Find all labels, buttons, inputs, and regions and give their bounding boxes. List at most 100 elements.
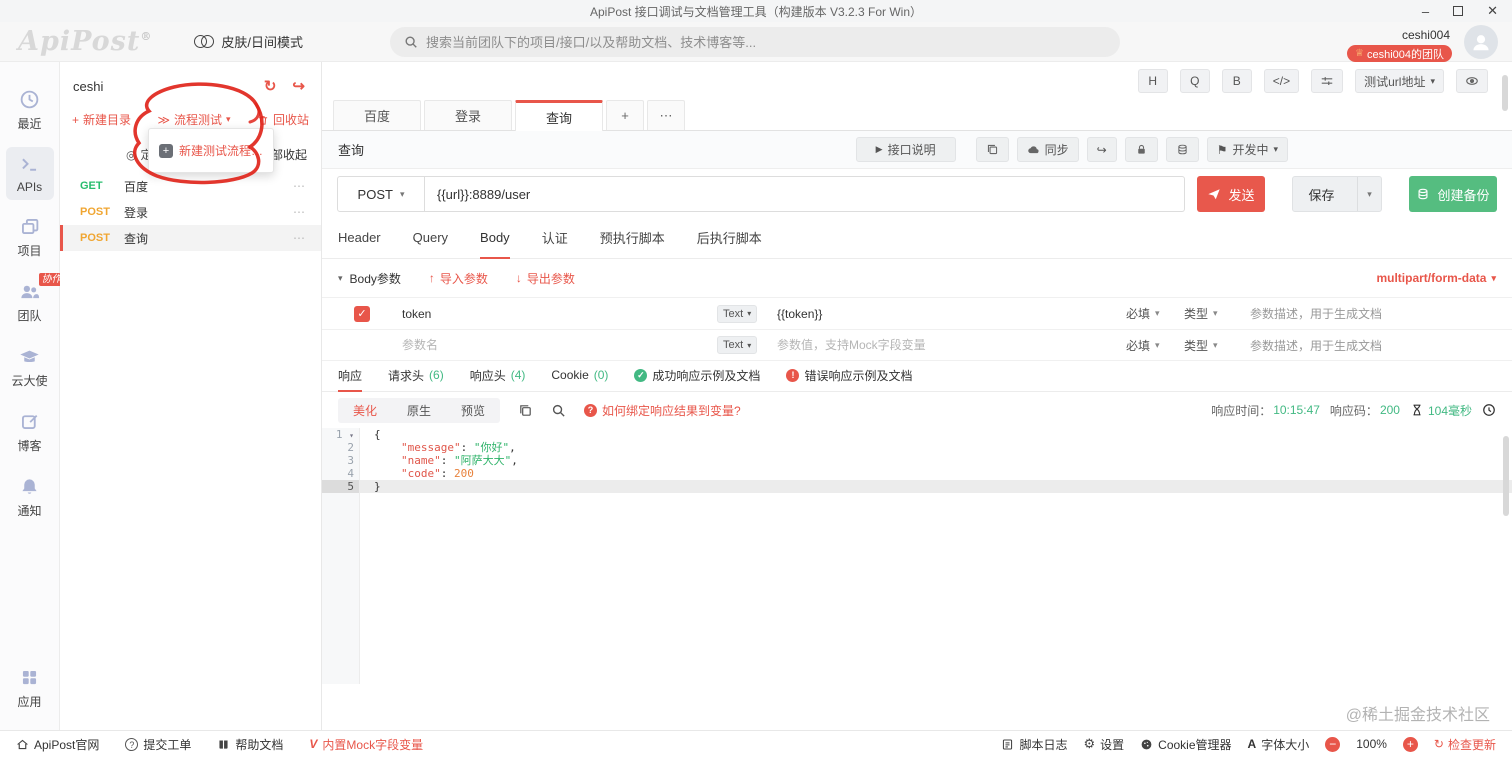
sidebar-item-blog[interactable]: 博客 xyxy=(6,404,54,460)
sidebar-item-apis[interactable]: APIs xyxy=(5,147,54,200)
more-icon[interactable]: ⋯ xyxy=(293,179,306,193)
param-value-input[interactable] xyxy=(777,306,1126,321)
tab-request-headers[interactable]: 请求头 (6) xyxy=(388,361,444,392)
avatar[interactable] xyxy=(1464,25,1498,59)
tab-error-example[interactable]: ! 错误响应示例及文档 xyxy=(786,361,912,392)
response-json-editor[interactable]: 1 ▾ 2 3 4 5 { "message": "你好", "name": "… xyxy=(322,428,1512,684)
font-size-button[interactable]: A 字体大小 xyxy=(1248,736,1310,753)
tab-post-script[interactable]: 后执行脚本 xyxy=(697,219,762,259)
mode-preview[interactable]: 预览 xyxy=(446,398,500,423)
field-type-select[interactable]: 类型 ▾ xyxy=(1184,337,1250,354)
tab-response-headers[interactable]: 响应头 (4) xyxy=(470,361,526,392)
tab-login[interactable]: 登录 xyxy=(424,100,512,130)
import-params-button[interactable]: ↑ 导入参数 xyxy=(429,270,488,287)
sidebar-item-ambassador[interactable]: 云大使 xyxy=(6,339,54,395)
minimize-button[interactable]: – xyxy=(1422,4,1429,19)
url-input[interactable] xyxy=(425,176,1185,212)
tab-body-active[interactable]: Body xyxy=(480,219,510,259)
required-select[interactable]: 必填 ▾ xyxy=(1126,305,1184,322)
api-list-item-active[interactable]: POST 查询 ⋯ xyxy=(60,225,321,251)
body-params-collapse[interactable]: ▾ Body参数 xyxy=(338,270,401,287)
param-desc[interactable]: 参数描述，用于生成文档 xyxy=(1250,305,1512,322)
editor-scrollbar-thumb[interactable] xyxy=(1503,436,1509,516)
param-key-input[interactable] xyxy=(402,306,717,321)
param-key-input[interactable] xyxy=(402,338,717,352)
tab-response-active[interactable]: 响应 xyxy=(338,361,363,392)
recycle-bin-button[interactable]: 回收站 xyxy=(257,111,309,128)
skin-toggle[interactable]: 皮肤/日间模式 xyxy=(194,32,303,51)
api-list-item[interactable]: POST 登录 ⋯ xyxy=(60,199,321,225)
new-tab-button[interactable]: + xyxy=(606,100,644,130)
sidebar-item-apps[interactable]: 应用 xyxy=(6,660,54,716)
sidebar-item-notifications[interactable]: 通知 xyxy=(6,469,54,525)
tab-query[interactable]: Query xyxy=(413,219,448,259)
url-environment-select[interactable]: 测试url地址 ▾ xyxy=(1355,69,1444,93)
save-button[interactable]: 保存 ▾ xyxy=(1292,176,1382,212)
sidebar-item-recent[interactable]: 最近 xyxy=(6,82,54,138)
settings-button[interactable]: ⚙ 设置 xyxy=(1084,736,1125,753)
zoom-in-button[interactable]: + xyxy=(1402,736,1418,752)
new-flow-item[interactable]: 新建测试流程… xyxy=(179,142,263,159)
share-icon[interactable]: ↪ xyxy=(292,77,305,95)
search-response-button[interactable] xyxy=(551,403,566,418)
maximize-button[interactable] xyxy=(1453,6,1464,16)
check-update-button[interactable]: ↻ 检查更新 xyxy=(1434,736,1496,753)
tab-cookie[interactable]: Cookie (0) xyxy=(551,361,608,392)
more-icon[interactable]: ⋯ xyxy=(293,205,306,219)
body-tool-button[interactable]: B xyxy=(1221,69,1252,93)
tab-pre-script[interactable]: 预执行脚本 xyxy=(600,219,665,259)
lock-button[interactable] xyxy=(1124,137,1158,162)
submit-ticket-link[interactable]: ? 提交工单 xyxy=(125,736,191,753)
tab-header[interactable]: Header xyxy=(338,219,381,259)
field-type-select[interactable]: 类型 ▾ xyxy=(1184,305,1250,322)
zoom-out-button[interactable]: − xyxy=(1325,736,1341,752)
refresh-icon[interactable]: ↻ xyxy=(264,77,277,95)
tab-auth[interactable]: 认证 xyxy=(542,219,568,259)
method-select[interactable]: POST ▾ xyxy=(337,176,425,212)
mode-pretty[interactable]: 美化 xyxy=(338,398,392,423)
heading-tool-button[interactable]: H xyxy=(1137,69,1168,93)
mock-variables-link[interactable]: V 内置Mock字段变量 xyxy=(309,736,423,753)
filter-tool-button[interactable] xyxy=(1311,69,1344,93)
copy-response-button[interactable] xyxy=(518,403,533,418)
scrollbar-thumb[interactable] xyxy=(1502,75,1508,111)
global-search[interactable] xyxy=(390,27,1120,57)
help-docs-link[interactable]: 帮助文档 xyxy=(217,736,283,753)
tab-success-example[interactable]: ✓ 成功响应示例及文档 xyxy=(634,361,760,392)
team-badge[interactable]: ♕ ceshi004的团队 xyxy=(1346,45,1452,62)
tab-more-button[interactable]: ⋯ xyxy=(647,100,685,130)
dev-status-select[interactable]: ⚑ 开发中 ▾ xyxy=(1206,137,1288,162)
param-type-select[interactable]: Text ▾ xyxy=(717,336,758,354)
create-backup-button[interactable]: 创建备份 xyxy=(1409,176,1497,212)
mode-raw[interactable]: 原生 xyxy=(392,398,446,423)
more-icon[interactable]: ⋯ xyxy=(293,231,306,245)
search-input[interactable] xyxy=(426,34,1106,50)
history-clock-icon[interactable] xyxy=(1482,403,1496,417)
script-log-button[interactable]: 脚本日志 xyxy=(1001,736,1068,753)
query-tool-button[interactable]: Q xyxy=(1179,69,1210,93)
export-params-button[interactable]: ↓ 导出参数 xyxy=(516,270,575,287)
copy-button[interactable] xyxy=(975,137,1009,162)
sync-button[interactable]: 同步 xyxy=(1016,137,1079,162)
code-tool-button[interactable]: </> xyxy=(1263,69,1300,93)
param-desc[interactable]: 参数描述，用于生成文档 xyxy=(1250,337,1512,354)
fold-icon[interactable]: ▾ xyxy=(349,431,354,440)
api-doc-button[interactable]: ▶ 接口说明 xyxy=(855,137,956,162)
share-button[interactable]: ↪ xyxy=(1086,137,1117,162)
database-button[interactable] xyxy=(1165,137,1199,162)
param-checkbox-checked[interactable]: ✓ xyxy=(354,305,370,322)
required-select[interactable]: 必填 ▾ xyxy=(1126,337,1184,354)
sidebar-item-team[interactable]: 协作 团队 xyxy=(6,273,65,330)
close-button[interactable]: ✕ xyxy=(1487,3,1498,19)
cookie-manager-button[interactable]: Cookie管理器 xyxy=(1140,736,1232,753)
flow-test-button[interactable]: ≫ 流程测试 ▾ xyxy=(157,111,230,128)
tab-query-active[interactable]: 查询 xyxy=(515,100,603,131)
sidebar-item-projects[interactable]: 项目 xyxy=(6,209,54,265)
send-button[interactable]: 发送 xyxy=(1197,176,1265,212)
param-value-input[interactable] xyxy=(777,338,1126,352)
bind-help-link[interactable]: ? 如何绑定响应结果到变量? xyxy=(584,402,741,419)
new-folder-button[interactable]: + 新建目录 xyxy=(72,111,131,128)
api-list-item[interactable]: GET 百度 ⋯ xyxy=(60,173,321,199)
preview-eye-button[interactable] xyxy=(1456,69,1488,93)
save-dropdown-caret[interactable]: ▾ xyxy=(1357,177,1381,211)
